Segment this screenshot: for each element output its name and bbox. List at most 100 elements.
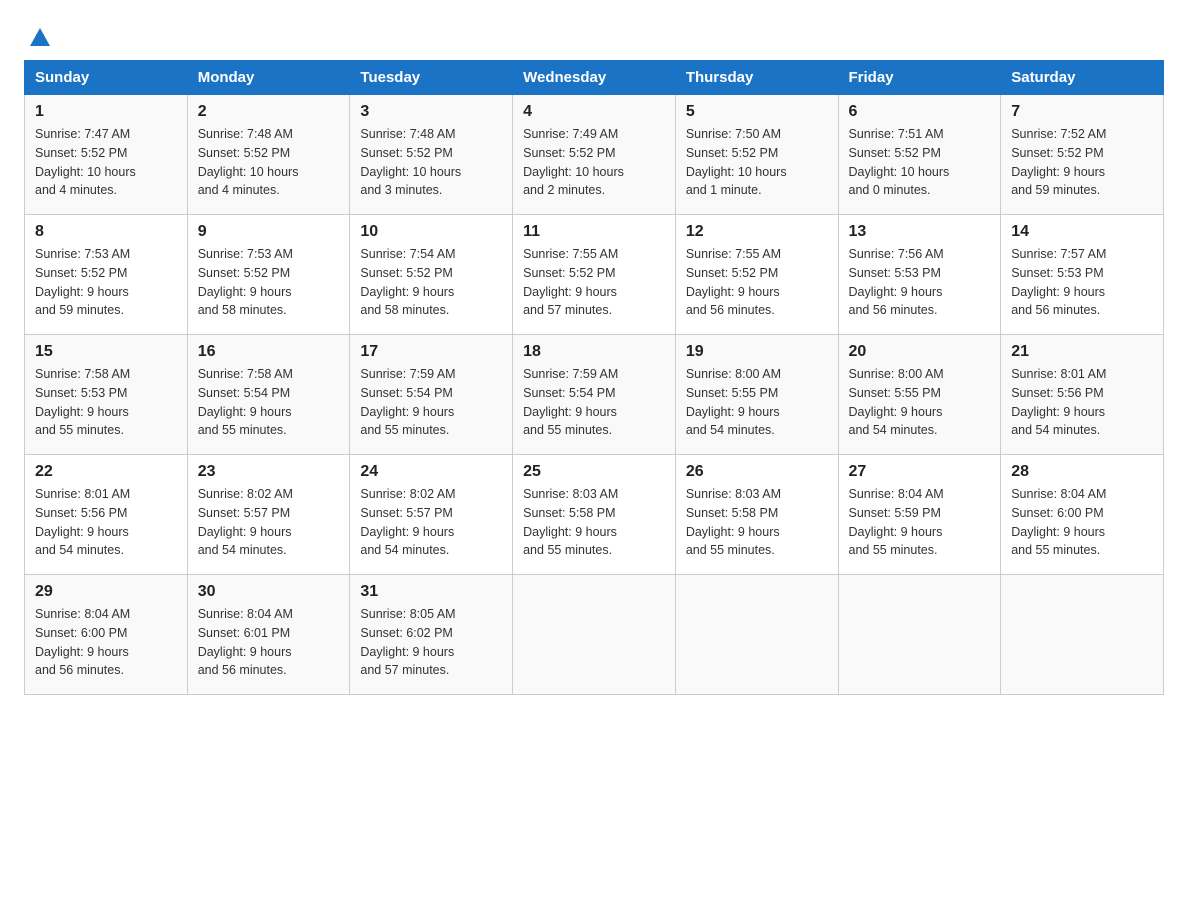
calendar-cell: 29 Sunrise: 8:04 AMSunset: 6:00 PMDaylig… — [25, 575, 188, 695]
calendar-cell: 12 Sunrise: 7:55 AMSunset: 5:52 PMDaylig… — [675, 215, 838, 335]
day-number: 16 — [198, 343, 340, 361]
calendar-header-row: SundayMondayTuesdayWednesdayThursdayFrid… — [25, 61, 1164, 95]
calendar-cell — [675, 575, 838, 695]
calendar-cell: 10 Sunrise: 7:54 AMSunset: 5:52 PMDaylig… — [350, 215, 513, 335]
day-number: 10 — [360, 223, 502, 241]
calendar-cell: 17 Sunrise: 7:59 AMSunset: 5:54 PMDaylig… — [350, 335, 513, 455]
day-info: Sunrise: 7:59 AMSunset: 5:54 PMDaylight:… — [523, 365, 665, 440]
calendar-cell: 6 Sunrise: 7:51 AMSunset: 5:52 PMDayligh… — [838, 95, 1001, 215]
day-info: Sunrise: 7:55 AMSunset: 5:52 PMDaylight:… — [686, 245, 828, 320]
day-info: Sunrise: 7:51 AMSunset: 5:52 PMDaylight:… — [849, 125, 991, 200]
day-info: Sunrise: 8:04 AMSunset: 6:00 PMDaylight:… — [1011, 485, 1153, 560]
day-number: 31 — [360, 583, 502, 601]
header-wednesday: Wednesday — [513, 61, 676, 95]
day-info: Sunrise: 7:54 AMSunset: 5:52 PMDaylight:… — [360, 245, 502, 320]
calendar-cell: 13 Sunrise: 7:56 AMSunset: 5:53 PMDaylig… — [838, 215, 1001, 335]
calendar-cell — [1001, 575, 1164, 695]
day-number: 5 — [686, 103, 828, 121]
calendar-cell: 4 Sunrise: 7:49 AMSunset: 5:52 PMDayligh… — [513, 95, 676, 215]
calendar-cell: 26 Sunrise: 8:03 AMSunset: 5:58 PMDaylig… — [675, 455, 838, 575]
calendar-week-row: 8 Sunrise: 7:53 AMSunset: 5:52 PMDayligh… — [25, 215, 1164, 335]
day-number: 24 — [360, 463, 502, 481]
calendar-cell: 2 Sunrise: 7:48 AMSunset: 5:52 PMDayligh… — [187, 95, 350, 215]
day-info: Sunrise: 7:57 AMSunset: 5:53 PMDaylight:… — [1011, 245, 1153, 320]
page-header — [24, 24, 1164, 40]
day-number: 8 — [35, 223, 177, 241]
day-info: Sunrise: 8:04 AMSunset: 5:59 PMDaylight:… — [849, 485, 991, 560]
calendar-week-row: 15 Sunrise: 7:58 AMSunset: 5:53 PMDaylig… — [25, 335, 1164, 455]
calendar-cell: 16 Sunrise: 7:58 AMSunset: 5:54 PMDaylig… — [187, 335, 350, 455]
day-info: Sunrise: 8:00 AMSunset: 5:55 PMDaylight:… — [686, 365, 828, 440]
calendar-cell: 5 Sunrise: 7:50 AMSunset: 5:52 PMDayligh… — [675, 95, 838, 215]
header-tuesday: Tuesday — [350, 61, 513, 95]
calendar-cell: 31 Sunrise: 8:05 AMSunset: 6:02 PMDaylig… — [350, 575, 513, 695]
calendar-cell: 28 Sunrise: 8:04 AMSunset: 6:00 PMDaylig… — [1001, 455, 1164, 575]
day-info: Sunrise: 7:53 AMSunset: 5:52 PMDaylight:… — [35, 245, 177, 320]
calendar-cell: 30 Sunrise: 8:04 AMSunset: 6:01 PMDaylig… — [187, 575, 350, 695]
day-number: 19 — [686, 343, 828, 361]
day-number: 11 — [523, 223, 665, 241]
day-info: Sunrise: 7:48 AMSunset: 5:52 PMDaylight:… — [360, 125, 502, 200]
header-sunday: Sunday — [25, 61, 188, 95]
header-friday: Friday — [838, 61, 1001, 95]
calendar-week-row: 29 Sunrise: 8:04 AMSunset: 6:00 PMDaylig… — [25, 575, 1164, 695]
day-info: Sunrise: 7:59 AMSunset: 5:54 PMDaylight:… — [360, 365, 502, 440]
day-info: Sunrise: 8:01 AMSunset: 5:56 PMDaylight:… — [1011, 365, 1153, 440]
day-number: 4 — [523, 103, 665, 121]
calendar-cell: 25 Sunrise: 8:03 AMSunset: 5:58 PMDaylig… — [513, 455, 676, 575]
day-number: 3 — [360, 103, 502, 121]
day-info: Sunrise: 8:00 AMSunset: 5:55 PMDaylight:… — [849, 365, 991, 440]
day-info: Sunrise: 8:04 AMSunset: 6:00 PMDaylight:… — [35, 605, 177, 680]
day-number: 26 — [686, 463, 828, 481]
day-info: Sunrise: 7:58 AMSunset: 5:53 PMDaylight:… — [35, 365, 177, 440]
calendar-cell: 20 Sunrise: 8:00 AMSunset: 5:55 PMDaylig… — [838, 335, 1001, 455]
calendar-cell — [838, 575, 1001, 695]
day-number: 21 — [1011, 343, 1153, 361]
calendar-cell: 11 Sunrise: 7:55 AMSunset: 5:52 PMDaylig… — [513, 215, 676, 335]
day-number: 6 — [849, 103, 991, 121]
calendar-cell: 14 Sunrise: 7:57 AMSunset: 5:53 PMDaylig… — [1001, 215, 1164, 335]
day-number: 14 — [1011, 223, 1153, 241]
calendar-cell: 3 Sunrise: 7:48 AMSunset: 5:52 PMDayligh… — [350, 95, 513, 215]
day-info: Sunrise: 7:48 AMSunset: 5:52 PMDaylight:… — [198, 125, 340, 200]
day-info: Sunrise: 7:55 AMSunset: 5:52 PMDaylight:… — [523, 245, 665, 320]
calendar-cell: 21 Sunrise: 8:01 AMSunset: 5:56 PMDaylig… — [1001, 335, 1164, 455]
calendar-cell: 18 Sunrise: 7:59 AMSunset: 5:54 PMDaylig… — [513, 335, 676, 455]
day-number: 25 — [523, 463, 665, 481]
calendar-cell: 27 Sunrise: 8:04 AMSunset: 5:59 PMDaylig… — [838, 455, 1001, 575]
day-number: 23 — [198, 463, 340, 481]
day-info: Sunrise: 7:52 AMSunset: 5:52 PMDaylight:… — [1011, 125, 1153, 200]
header-thursday: Thursday — [675, 61, 838, 95]
calendar-cell: 1 Sunrise: 7:47 AMSunset: 5:52 PMDayligh… — [25, 95, 188, 215]
day-number: 18 — [523, 343, 665, 361]
day-info: Sunrise: 8:03 AMSunset: 5:58 PMDaylight:… — [686, 485, 828, 560]
day-info: Sunrise: 7:56 AMSunset: 5:53 PMDaylight:… — [849, 245, 991, 320]
day-number: 9 — [198, 223, 340, 241]
day-info: Sunrise: 8:05 AMSunset: 6:02 PMDaylight:… — [360, 605, 502, 680]
calendar-cell: 7 Sunrise: 7:52 AMSunset: 5:52 PMDayligh… — [1001, 95, 1164, 215]
day-info: Sunrise: 8:03 AMSunset: 5:58 PMDaylight:… — [523, 485, 665, 560]
day-info: Sunrise: 7:58 AMSunset: 5:54 PMDaylight:… — [198, 365, 340, 440]
day-info: Sunrise: 7:49 AMSunset: 5:52 PMDaylight:… — [523, 125, 665, 200]
calendar-cell: 19 Sunrise: 8:00 AMSunset: 5:55 PMDaylig… — [675, 335, 838, 455]
day-info: Sunrise: 8:02 AMSunset: 5:57 PMDaylight:… — [360, 485, 502, 560]
calendar-cell: 15 Sunrise: 7:58 AMSunset: 5:53 PMDaylig… — [25, 335, 188, 455]
day-info: Sunrise: 7:47 AMSunset: 5:52 PMDaylight:… — [35, 125, 177, 200]
calendar-cell: 24 Sunrise: 8:02 AMSunset: 5:57 PMDaylig… — [350, 455, 513, 575]
logo — [24, 24, 50, 40]
calendar-cell: 23 Sunrise: 8:02 AMSunset: 5:57 PMDaylig… — [187, 455, 350, 575]
day-number: 30 — [198, 583, 340, 601]
calendar-week-row: 22 Sunrise: 8:01 AMSunset: 5:56 PMDaylig… — [25, 455, 1164, 575]
day-number: 12 — [686, 223, 828, 241]
day-number: 7 — [1011, 103, 1153, 121]
day-info: Sunrise: 8:01 AMSunset: 5:56 PMDaylight:… — [35, 485, 177, 560]
day-info: Sunrise: 8:02 AMSunset: 5:57 PMDaylight:… — [198, 485, 340, 560]
day-number: 22 — [35, 463, 177, 481]
day-info: Sunrise: 7:50 AMSunset: 5:52 PMDaylight:… — [686, 125, 828, 200]
day-number: 17 — [360, 343, 502, 361]
day-number: 2 — [198, 103, 340, 121]
day-number: 13 — [849, 223, 991, 241]
calendar-cell: 22 Sunrise: 8:01 AMSunset: 5:56 PMDaylig… — [25, 455, 188, 575]
calendar-cell: 8 Sunrise: 7:53 AMSunset: 5:52 PMDayligh… — [25, 215, 188, 335]
header-monday: Monday — [187, 61, 350, 95]
